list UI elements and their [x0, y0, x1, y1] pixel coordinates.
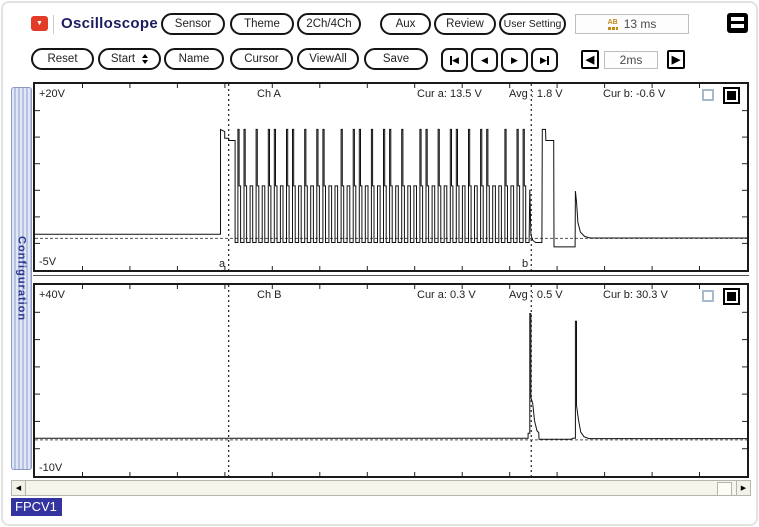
timebase-value-field[interactable]: 2ms [604, 51, 658, 69]
panel-divider [33, 275, 749, 276]
ch-b-avg-readout: Avg : 0.5 V [509, 289, 563, 301]
channel-a-panel: +20V Ch A Cur a: 13.5 V Avg : 1.8 V Cur … [33, 82, 749, 272]
ch-a-color-button[interactable] [723, 87, 740, 104]
waveform-area-ch-b[interactable] [35, 285, 747, 476]
time-measurement-field[interactable]: AB 13 ms [575, 14, 689, 34]
spinner-arrows-icon [142, 54, 148, 64]
ch-a-avg-readout: Avg : 1.8 V [509, 88, 563, 100]
ch-b-bottom-voltage: -10V [39, 462, 62, 474]
time-measurement-value: 13 ms [624, 17, 657, 31]
ch-b-cursor-b-readout: Cur b: 30.3 V [603, 289, 668, 301]
step-back-icon: ◀ [481, 56, 488, 65]
viewall-button[interactable]: ViewAll [297, 48, 359, 70]
controls-toolbar: Reset Start Name Cursor ViewAll Save ◀ ◀… [3, 48, 756, 74]
step-forward-button[interactable]: ▶ [501, 48, 528, 72]
ch-a-name: Ch A [257, 88, 281, 100]
reset-button[interactable]: Reset [31, 48, 94, 70]
ch-b-cursor-a-readout: Cur a: 0.3 V [417, 289, 476, 301]
aux-button[interactable]: Aux [380, 13, 431, 35]
ch-b-top-voltage: +40V [39, 289, 65, 301]
configuration-label: Configuration [16, 236, 28, 321]
ch-a-bottom-voltage: -5V [39, 256, 56, 268]
scroll-right-button[interactable]: ▶ [736, 481, 750, 495]
review-button[interactable]: Review [434, 13, 496, 35]
configuration-panel-tab[interactable]: Configuration [11, 87, 32, 470]
channel-b-panel: +40V Ch B Cur a: 0.3 V Avg : 0.5 V Cur b… [33, 283, 749, 478]
bar-icon [547, 56, 549, 65]
oscilloscope-window: ▼ Oscilloscope Sensor Theme 2Ch/4Ch Aux … [1, 1, 758, 526]
scroll-left-button[interactable]: ◀ [12, 481, 26, 495]
cursor-button[interactable]: Cursor [230, 48, 293, 70]
ch-b-name: Ch B [257, 289, 281, 301]
ch-a-checkbox[interactable] [702, 89, 714, 101]
skip-end-icon: ▶ [540, 56, 547, 65]
skip-to-end-button[interactable]: ▶ [531, 48, 558, 72]
step-forward-icon: ▶ [511, 56, 518, 65]
ch-a-cursor-b-readout: Cur b: -0.6 V [603, 88, 665, 100]
ch-b-color-button[interactable] [723, 288, 740, 305]
app-dropdown-icon[interactable]: ▼ [31, 16, 48, 31]
divider [53, 15, 54, 34]
start-button[interactable]: Start [98, 48, 161, 70]
name-button[interactable]: Name [164, 48, 224, 70]
theme-button[interactable]: Theme [230, 13, 294, 35]
top-toolbar: ▼ Oscilloscope Sensor Theme 2Ch/4Ch Aux … [3, 13, 756, 39]
hamburger-menu-icon[interactable] [727, 13, 748, 33]
cursor-b-label: b [522, 258, 528, 270]
channel-mode-button[interactable]: 2Ch/4Ch [297, 13, 361, 35]
cursor-a-label: a [219, 258, 225, 270]
horizontal-scrollbar[interactable]: ◀ ▶ [11, 480, 751, 496]
user-setting-button[interactable]: User Setting [499, 13, 566, 35]
skip-start-icon: ◀ [452, 56, 459, 65]
ch-a-cursor-a-readout: Cur a: 13.5 V [417, 88, 482, 100]
waveform-area-ch-a[interactable] [35, 84, 747, 270]
scrollbar-thumb[interactable] [717, 482, 732, 496]
ch-b-checkbox[interactable] [702, 290, 714, 302]
save-button[interactable]: Save [364, 48, 428, 70]
device-name-tab[interactable]: FPCV1 [11, 498, 62, 516]
timebase-increase-button[interactable]: ▶ [667, 50, 685, 69]
sensor-button[interactable]: Sensor [161, 13, 225, 35]
start-button-label: Start [111, 53, 135, 65]
ab-measure-icon: AB [608, 19, 618, 30]
page-title: Oscilloscope [61, 15, 158, 32]
timebase-decrease-button[interactable]: ◀ [581, 50, 599, 69]
step-back-button[interactable]: ◀ [471, 48, 498, 72]
skip-to-start-button[interactable]: ◀ [441, 48, 468, 72]
ch-a-top-voltage: +20V [39, 88, 65, 100]
